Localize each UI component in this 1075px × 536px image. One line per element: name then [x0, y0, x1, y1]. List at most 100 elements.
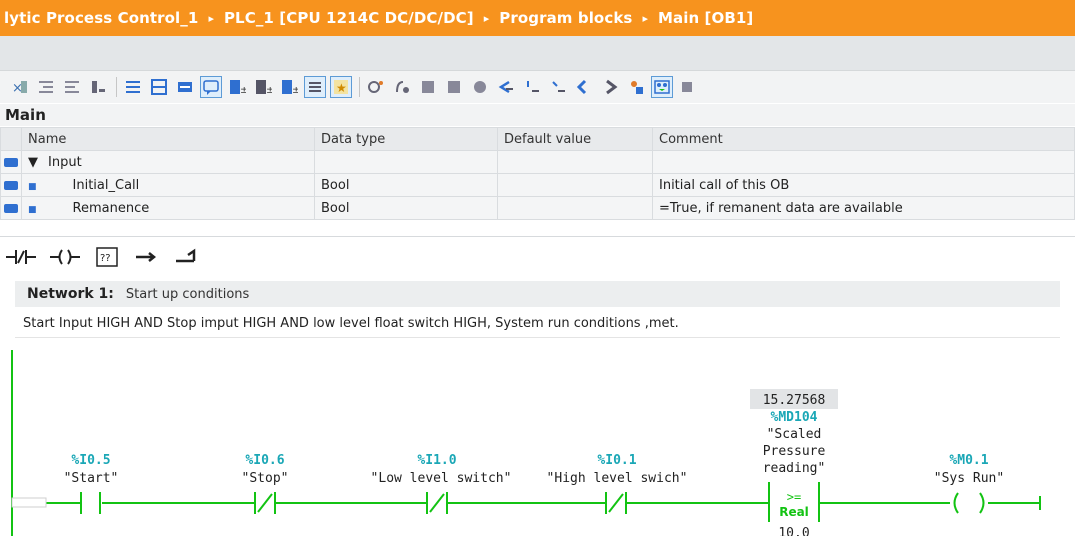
- interface-tag-icon: [4, 180, 18, 190]
- parameter-icon: ■: [28, 181, 37, 192]
- table-cell[interactable]: Initial call of this OB: [652, 173, 1075, 197]
- list-view-icon[interactable]: [304, 76, 326, 98]
- svg-text:★: ★: [336, 81, 347, 95]
- compare-operator: >=: [787, 490, 801, 504]
- comment-icon[interactable]: [200, 76, 222, 98]
- table-cell[interactable]: Bool: [314, 173, 498, 197]
- contact-address: %I0.6: [245, 453, 284, 468]
- user-icon[interactable]: [626, 77, 646, 97]
- contact-high-level-switch[interactable]: %I0.1 "High level swich": [547, 453, 688, 514]
- network-comment[interactable]: Start Input HIGH AND Stop imput HIGH AND…: [15, 310, 1060, 338]
- contact-low-level-switch[interactable]: %I1.0 "Low level switch": [371, 453, 512, 514]
- expand-arrow-icon[interactable]: ▼: [28, 155, 38, 170]
- go-online-icon[interactable]: [366, 77, 386, 97]
- table-cell: [0, 196, 22, 220]
- breakpoint-icon[interactable]: [444, 77, 464, 97]
- coil-symbol: "Sys Run": [934, 471, 1004, 486]
- coil-icon[interactable]: [50, 247, 80, 267]
- list-icon[interactable]: [123, 77, 143, 97]
- table-cell[interactable]: ▼ Input: [21, 150, 315, 174]
- compare-symbol-line: "Scaled: [767, 427, 822, 442]
- monitoring-on-icon[interactable]: [651, 76, 673, 98]
- table-cell[interactable]: [314, 150, 498, 174]
- contact-start[interactable]: %I0.5 "Start": [64, 453, 119, 514]
- table-row[interactable]: ■ Remanence Bool =True, if remanent data …: [0, 196, 1075, 220]
- breadcrumb-program-blocks[interactable]: Program blocks: [499, 9, 632, 27]
- jump-icon[interactable]: [574, 77, 594, 97]
- block-interface-table: Name Data type Default value Comment ▼ In…: [0, 127, 1075, 220]
- step-over-icon[interactable]: [522, 77, 542, 97]
- table-cell[interactable]: [652, 150, 1075, 174]
- close-all-icon[interactable]: ±: [253, 77, 273, 97]
- column-header-comment[interactable]: Comment: [652, 127, 1075, 151]
- contact-address: %I0.1: [597, 453, 636, 468]
- compare-type: Real: [779, 505, 809, 519]
- interface-name: Input: [48, 154, 82, 170]
- contact-symbol: "Stop": [242, 471, 289, 486]
- table-cell[interactable]: [497, 150, 653, 174]
- absolute-operands-icon[interactable]: [175, 77, 195, 97]
- table-header-row: Name Data type Default value Comment: [0, 127, 1075, 151]
- toolbar-divider: [116, 77, 117, 97]
- table-row[interactable]: ■ Initial_Call Bool Initial call of this …: [0, 173, 1075, 197]
- open-all-icon[interactable]: ±: [227, 77, 247, 97]
- network-icon[interactable]: [88, 77, 108, 97]
- table-cell[interactable]: [497, 196, 653, 220]
- insert-row-icon[interactable]: ×: [10, 77, 30, 97]
- nc-contact-icon[interactable]: [6, 247, 36, 267]
- contact-address: %I0.5: [71, 453, 110, 468]
- breadcrumb-plc[interactable]: PLC_1 [CPU 1214C DC/DC/DC]: [224, 9, 474, 27]
- breadcrumb-bar: lytic Process Control_1 ▸ PLC_1 [CPU 121…: [0, 0, 1075, 36]
- table-cell: [0, 173, 22, 197]
- breadcrumb-main-block[interactable]: Main [OB1]: [658, 9, 753, 27]
- empty-box-icon[interactable]: ??: [94, 246, 120, 268]
- ladder-rung: %I0.5 "Start" %I0.6 "Stop" %I1.0 "Low le…: [11, 389, 1041, 536]
- svg-text:±: ±: [266, 85, 272, 96]
- grid-icon[interactable]: [149, 77, 169, 97]
- toolbar-divider: [359, 77, 360, 97]
- contact-symbol: "Low level switch": [371, 471, 512, 486]
- interface-tag-icon: [4, 203, 18, 213]
- editor-header-bar: [0, 36, 1075, 71]
- table-cell[interactable]: Bool: [314, 196, 498, 220]
- contact-address: %I1.0: [417, 453, 456, 468]
- indent-icon[interactable]: [36, 77, 56, 97]
- expand-icon[interactable]: ±: [279, 77, 299, 97]
- column-header-default-value[interactable]: Default value: [497, 127, 653, 151]
- breadcrumb-separator: ▸: [642, 11, 648, 25]
- contact-symbol: "Start": [64, 471, 119, 486]
- interface-tag-icon: [4, 157, 18, 167]
- monitor-icon[interactable]: [392, 77, 412, 97]
- watch-icon[interactable]: [470, 77, 490, 97]
- compare-address: %MD104: [771, 410, 818, 425]
- coil-sys-run[interactable]: %M0.1 "Sys Run": [934, 453, 1004, 514]
- table-cell[interactable]: ■ Initial_Call: [21, 173, 315, 197]
- contact-stop[interactable]: %I0.6 "Stop": [242, 453, 289, 514]
- column-header-name[interactable]: Name: [21, 127, 315, 151]
- compare-symbol-line: Pressure: [763, 444, 826, 459]
- step-out-icon[interactable]: [548, 77, 568, 97]
- empty-box-label: ??: [100, 253, 111, 264]
- interface-name: Remanence: [72, 200, 150, 216]
- table-row[interactable]: ▼ Input: [0, 150, 1075, 174]
- outdent-icon[interactable]: [62, 77, 82, 97]
- close-branch-icon[interactable]: [174, 247, 200, 267]
- network-header[interactable]: Network 1: Start up conditions: [15, 281, 1060, 307]
- table-cell[interactable]: ■ Remanence: [21, 196, 315, 220]
- column-header-data-type[interactable]: Data type: [314, 127, 498, 151]
- step-icon[interactable]: [418, 77, 438, 97]
- parameter-icon: ■: [28, 204, 37, 215]
- breadcrumb-project[interactable]: lytic Process Control_1: [4, 9, 198, 27]
- network-subtitle[interactable]: Start up conditions: [126, 287, 249, 302]
- table-cell[interactable]: =True, if remanent data are available: [652, 196, 1075, 220]
- refresh-icon[interactable]: [600, 77, 620, 97]
- breadcrumb-separator: ▸: [483, 11, 490, 25]
- call-icon[interactable]: [496, 77, 516, 97]
- open-branch-icon[interactable]: [134, 247, 160, 267]
- compare-instruction[interactable]: 15.27568 %MD104 "Scaled Pressure reading…: [750, 389, 838, 536]
- coil-address: %M0.1: [949, 453, 988, 468]
- contact-symbol: "High level swich": [547, 471, 688, 486]
- table-cell[interactable]: [497, 173, 653, 197]
- favorites-icon[interactable]: ★: [330, 76, 352, 98]
- more-icon[interactable]: [678, 77, 698, 97]
